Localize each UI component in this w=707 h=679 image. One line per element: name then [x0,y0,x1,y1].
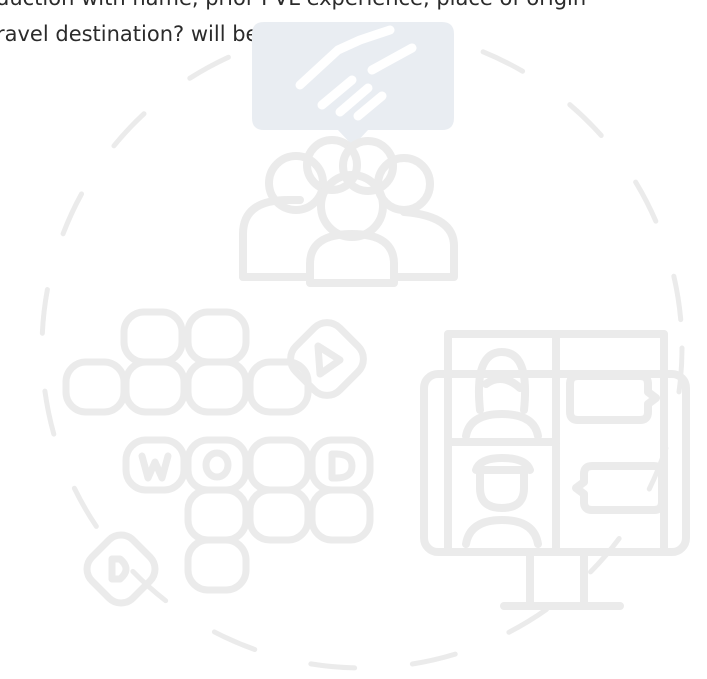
team-communication-illustration [39,22,690,671]
video-call-icon [420,330,690,610]
group-icon [239,136,458,287]
person-man-icon [462,454,542,548]
handshake-bubble-icon [252,22,454,146]
word-puzzle-icon [62,308,374,607]
person-woman-icon [462,348,542,440]
